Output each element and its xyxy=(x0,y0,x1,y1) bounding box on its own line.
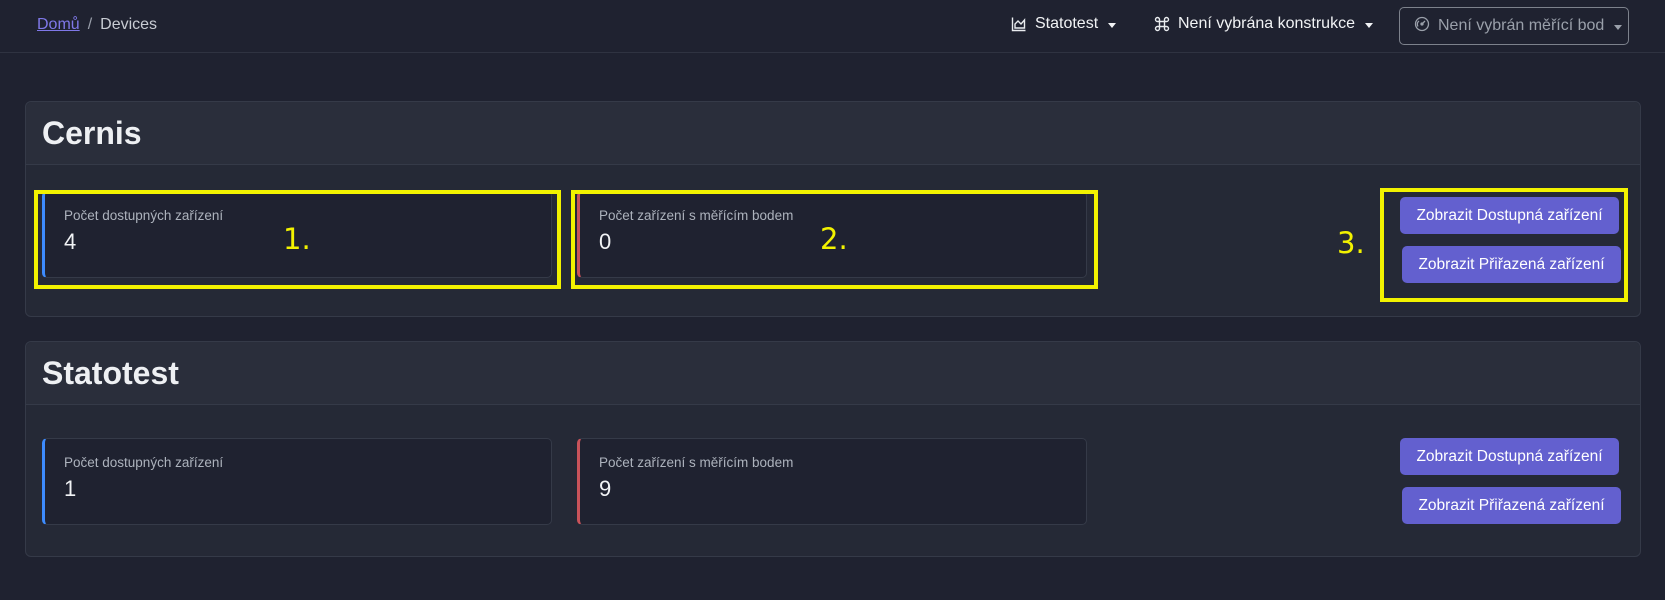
stat-label: Počet zařízení s měřícím bodem xyxy=(599,455,794,470)
project-dropdown-label: Statotest xyxy=(1035,15,1099,32)
gauge-icon xyxy=(1414,16,1430,37)
stat-label: Počet dostupných zařízení xyxy=(64,208,224,223)
breadcrumb-separator: / xyxy=(87,16,93,33)
stat-value: 9 xyxy=(599,476,612,501)
chevron-down-icon xyxy=(1614,24,1623,30)
chevron-down-icon xyxy=(1364,22,1373,28)
show-available-devices-button[interactable]: Zobrazit Dostupná zařízení xyxy=(1400,197,1619,234)
stat-label: Počet dostupných zařízení xyxy=(64,455,224,470)
breadcrumb: Domů / Devices xyxy=(37,16,157,34)
command-icon xyxy=(1154,16,1170,32)
top-navbar: Domů / Devices Statotest Není vybrána ko… xyxy=(0,0,1665,53)
card-header: Cernis xyxy=(26,102,1640,165)
construction-dropdown-label: Není vybrána konstrukce xyxy=(1178,15,1355,32)
card-header: Statotest xyxy=(26,342,1640,405)
section-card-statotest: Statotest Počet dostupných zařízení 1 Po… xyxy=(25,341,1641,557)
project-dropdown[interactable]: Statotest xyxy=(1011,15,1117,33)
construction-dropdown[interactable]: Není vybrána konstrukce xyxy=(1154,15,1373,33)
annotation-label-3: 3. xyxy=(1337,226,1365,260)
show-available-devices-button[interactable]: Zobrazit Dostupná zařízení xyxy=(1400,438,1619,475)
assigned-devices-stat: Počet zařízení s měřícím bodem 9 xyxy=(577,438,1087,525)
stat-value: 1 xyxy=(64,476,77,501)
available-devices-stat: Počet dostupných zařízení 1 xyxy=(42,438,552,525)
chart-area-icon xyxy=(1011,16,1027,32)
card-title: Cernis xyxy=(42,114,142,151)
card-title: Statotest xyxy=(42,354,179,391)
breadcrumb-home-link[interactable]: Domů xyxy=(37,16,80,34)
section-card-cernis: Cernis Počet dostupných zařízení 4 Počet… xyxy=(25,101,1641,317)
show-assigned-devices-button[interactable]: Zobrazit Přiřazená zařízení xyxy=(1402,246,1621,283)
show-assigned-devices-button[interactable]: Zobrazit Přiřazená zařízení xyxy=(1402,487,1621,524)
annotation-label-2: 2. xyxy=(820,222,848,256)
measuring-point-dropdown[interactable]: Není vybrán měřící bod xyxy=(1399,7,1629,45)
stat-label: Počet zařízení s měřícím bodem xyxy=(599,208,794,223)
chevron-down-icon xyxy=(1108,22,1117,28)
measuring-point-dropdown-label: Není vybrán měřící bod xyxy=(1438,17,1605,34)
annotation-label-1: 1. xyxy=(283,222,311,256)
breadcrumb-current: Devices xyxy=(100,16,158,33)
